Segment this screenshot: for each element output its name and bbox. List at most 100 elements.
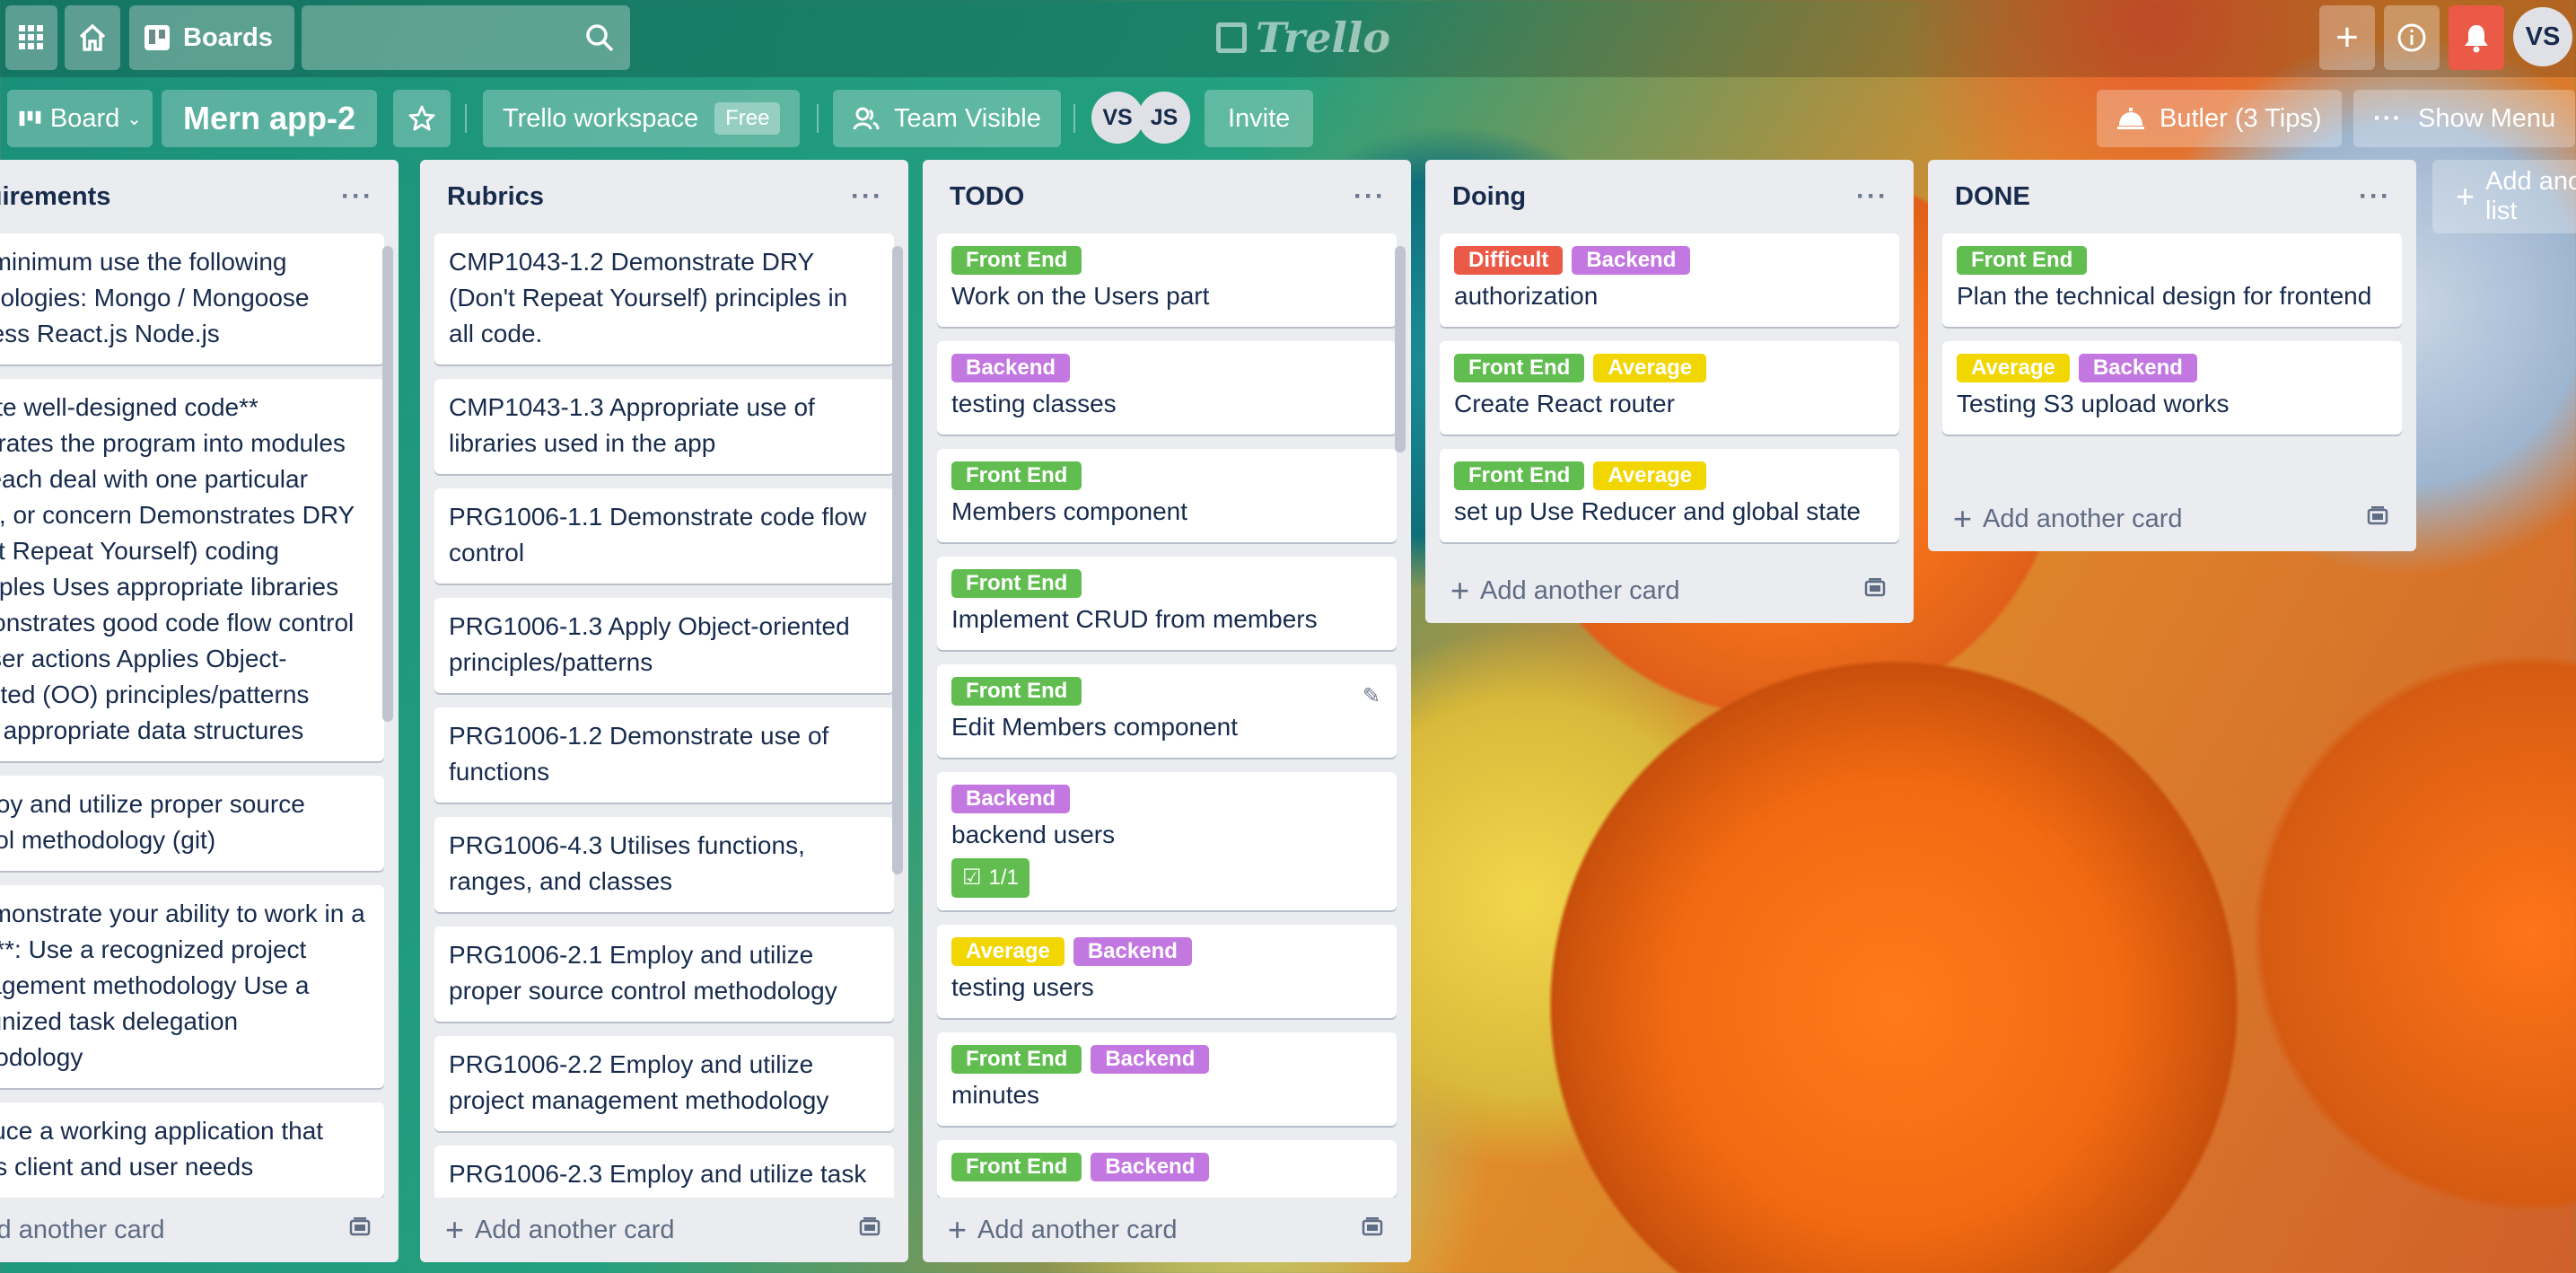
list-title[interactable]: Doing [1452, 182, 1526, 212]
card-label[interactable]: Backend [951, 354, 1071, 382]
card-label[interactable]: Front End [1454, 354, 1585, 382]
card[interactable]: Front End Average Create React router [1440, 341, 1899, 435]
trello-logo[interactable]: Trello [1216, 13, 1390, 63]
card-label[interactable]: Front End [951, 1045, 1082, 1074]
add-card-button[interactable]: +Add another card [0, 1198, 399, 1262]
card-label[interactable]: Front End [951, 1153, 1082, 1181]
card-label[interactable]: Backend [1091, 1153, 1210, 1181]
card-template-icon[interactable] [2366, 505, 2389, 534]
card-label[interactable]: Front End [1454, 461, 1585, 490]
card-label[interactable]: Front End [951, 677, 1082, 706]
add-card-button[interactable]: +Add another card [1928, 487, 2416, 551]
card[interactable]: PRG1006-1.1 Demonstrate code flow contro… [434, 488, 894, 584]
list-header[interactable]: DONE ··· [1928, 160, 2416, 233]
show-menu-button[interactable]: ··· Show Menu [2353, 90, 2576, 147]
board-view-switcher[interactable]: Board ⌄ [7, 90, 153, 147]
invite-button[interactable]: Invite [1205, 90, 1314, 147]
card-label[interactable]: Front End [1957, 246, 2088, 275]
card[interactable]: Difficult Backend authorization [1440, 233, 1899, 327]
card-template-icon[interactable] [858, 1216, 881, 1245]
add-card-button[interactable]: +Add another card [420, 1198, 908, 1262]
add-card-button[interactable]: +Add another card [923, 1198, 1411, 1262]
card-template-icon[interactable] [1863, 576, 1887, 606]
card-label[interactable]: Backend [1091, 1045, 1210, 1074]
list-header[interactable]: Doing ··· [1425, 160, 1914, 233]
home-button[interactable] [65, 5, 120, 70]
list-menu-icon[interactable]: ··· [1354, 181, 1386, 212]
list-title[interactable]: Requirements [0, 182, 110, 212]
list-header[interactable]: Rubrics ··· [420, 160, 908, 233]
card-label[interactable]: Backend [1073, 937, 1192, 966]
list-scrollbar[interactable] [892, 246, 903, 874]
list-title[interactable]: TODO [950, 182, 1024, 212]
plus-icon: + [2456, 178, 2475, 215]
member-avatar[interactable]: JS [1138, 92, 1190, 144]
card-template-icon[interactable] [1361, 1216, 1384, 1245]
card-label[interactable]: Average [1593, 461, 1707, 490]
card[interactable]: Front End Members component [937, 449, 1397, 542]
card-label[interactable]: Average [1593, 354, 1707, 382]
card-label[interactable]: Average [951, 937, 1065, 966]
card[interactable]: Front End Average set up Use Reducer and g… [1440, 449, 1899, 542]
notifications-button[interactable] [2449, 5, 2504, 70]
card[interactable]: PRG1006-4.3 Utilises functions, ranges, … [434, 817, 894, 912]
apps-button[interactable] [5, 5, 57, 70]
add-card-button[interactable]: +Add another card [1425, 558, 1914, 623]
card[interactable]: Front End Backend minutes [937, 1032, 1397, 1126]
visibility-button[interactable]: Team Visible [833, 90, 1061, 147]
user-avatar[interactable]: VS [2513, 7, 2572, 66]
card[interactable]: **Write well-designed code** Separates t… [0, 379, 384, 761]
info-button[interactable] [2384, 5, 2440, 70]
workspace-button[interactable]: Trello workspace Free [483, 90, 801, 147]
card[interactable]: CMP1043-1.2 Demonstrate DRY (Don't Repea… [434, 233, 894, 364]
card-label[interactable]: Front End [951, 461, 1082, 490]
card[interactable]: Average Backend Testing S3 upload works [1942, 341, 2402, 435]
list-menu-icon[interactable]: ··· [341, 181, 373, 212]
card[interactable]: Average Backend testing users [937, 925, 1397, 1018]
card[interactable]: Front End Plan the technical design for f… [1942, 233, 2402, 327]
list-title[interactable]: Rubrics [447, 182, 544, 212]
pencil-icon[interactable]: ✎ [1362, 679, 1380, 715]
card[interactable]: PRG1006-1.3 Apply Object-oriented princi… [434, 598, 894, 693]
card-label[interactable]: Front End [951, 246, 1082, 275]
card[interactable]: PRG1006-1.2 Demonstrate use of functions [434, 707, 894, 803]
list-scrollbar[interactable] [1395, 246, 1406, 452]
card-label[interactable]: Backend [2078, 354, 2197, 382]
card[interactable]: Front End Implement CRUD from members [937, 557, 1397, 650]
card-title: Implement CRUD from members [951, 605, 1318, 633]
card[interactable]: Backend testing classes [937, 341, 1397, 435]
card[interactable]: Produce a working application that meets… [0, 1102, 384, 1198]
card[interactable]: At a minimum use the following technolog… [0, 233, 384, 364]
card[interactable]: PRG1006-2.3 Employ and utilize task dele… [434, 1146, 894, 1198]
card-label[interactable]: Difficult [1454, 246, 1564, 275]
member-avatar[interactable]: VS [1091, 92, 1143, 144]
card[interactable]: CMP1043-1.3 Appropriate use of libraries… [434, 379, 894, 474]
card[interactable]: Front End Backend [937, 1140, 1397, 1198]
card[interactable]: **Demonstrate your ability to work in a … [0, 885, 384, 1088]
card-label[interactable]: Front End [951, 569, 1082, 598]
card-label[interactable]: Backend [1572, 246, 1691, 275]
list-title[interactable]: DONE [1955, 182, 2030, 212]
boards-button[interactable]: Boards [129, 5, 294, 70]
star-button[interactable] [393, 90, 451, 147]
board-name[interactable]: Mern app-2 [162, 90, 378, 147]
list-menu-icon[interactable]: ··· [1856, 181, 1888, 212]
card[interactable]: Employ and utilize proper source control… [0, 776, 384, 871]
card[interactable]: Front End Work on the Users part [937, 233, 1397, 327]
list-header[interactable]: TODO ··· [923, 160, 1411, 233]
list-menu-icon[interactable]: ··· [851, 181, 883, 212]
card[interactable]: PRG1006-2.1 Employ and utilize proper so… [434, 926, 894, 1022]
add-list-button[interactable]: + Add another list [2432, 160, 2576, 233]
card[interactable]: Backend backend users ☑ 1/1 [937, 772, 1397, 910]
list-scrollbar[interactable] [382, 246, 393, 722]
create-button[interactable]: + [2319, 5, 2375, 70]
list-header[interactable]: Requirements ··· [0, 160, 399, 233]
card[interactable]: Front End Edit Members component ✎ [937, 664, 1397, 758]
search-input[interactable] [302, 5, 630, 70]
butler-button[interactable]: Butler (3 Tips) [2097, 90, 2342, 147]
card-template-icon[interactable] [348, 1216, 372, 1245]
card[interactable]: PRG1006-2.2 Employ and utilize project m… [434, 1036, 894, 1131]
card-label[interactable]: Average [1957, 354, 2070, 382]
card-label[interactable]: Backend [951, 785, 1071, 813]
list-menu-icon[interactable]: ··· [2359, 181, 2391, 212]
